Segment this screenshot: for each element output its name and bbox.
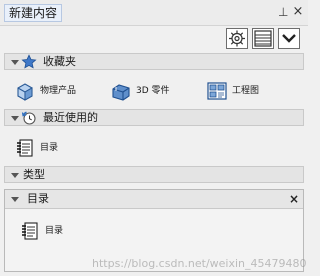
favorite-item-label: 3D 零件: [136, 86, 170, 96]
catalog-subpanel-header[interactable]: 目录 ×: [5, 190, 303, 209]
types-section-header[interactable]: 类型: [4, 166, 304, 183]
collapse-arrow-icon[interactable]: [11, 116, 19, 121]
star-icon: [21, 54, 37, 69]
type-item-label: 目录: [45, 226, 64, 236]
favorite-item-drawing[interactable]: 工程图: [206, 80, 296, 102]
panel-titlebar: 新建内容 ⊥ ×: [0, 0, 308, 26]
favorite-item-label: 物理产品: [40, 86, 77, 96]
recent-label: 最近使用的: [43, 111, 98, 124]
drawing-icon: [207, 82, 227, 100]
favorites-label: 收藏夹: [43, 55, 76, 68]
recent-item-catalog[interactable]: 目录: [14, 137, 104, 159]
list-view-icon: [254, 30, 272, 47]
favorite-item-3d-part[interactable]: 3D 零件: [110, 80, 200, 102]
favorites-section-header[interactable]: 收藏夹: [4, 53, 304, 70]
options-dropdown-button[interactable]: [278, 28, 300, 49]
chevron-down-icon: [282, 34, 296, 43]
catalog-icon: [22, 222, 38, 240]
recent-section-header[interactable]: 最近使用的: [4, 109, 304, 126]
recent-clock-icon: [21, 111, 36, 125]
favorite-item-label: 工程图: [232, 86, 260, 96]
watermark-text: https://blog.csdn.net/weixin_45479480: [92, 257, 307, 270]
panel-close-button[interactable]: ×: [292, 4, 304, 20]
settings-button[interactable]: [226, 28, 248, 49]
catalog-icon: [17, 139, 33, 157]
3d-part-icon: [112, 84, 130, 101]
type-item-catalog[interactable]: 目录: [19, 220, 109, 242]
types-label: 类型: [23, 168, 45, 181]
catalog-subpanel-title: 目录: [27, 192, 49, 205]
collapse-arrow-icon[interactable]: [11, 173, 19, 178]
view-mode-button[interactable]: [252, 28, 274, 49]
panel-title: 新建内容: [4, 4, 63, 22]
favorite-item-physical-product[interactable]: 物理产品: [14, 80, 104, 102]
collapse-arrow-icon[interactable]: [11, 197, 19, 202]
recent-item-label: 目录: [40, 143, 59, 153]
physical-product-icon: [17, 83, 33, 101]
gear-icon: [229, 30, 245, 47]
subpanel-close-icon[interactable]: ×: [289, 192, 299, 206]
collapse-arrow-icon[interactable]: [11, 60, 19, 65]
pin-icon[interactable]: ⊥: [278, 5, 288, 19]
